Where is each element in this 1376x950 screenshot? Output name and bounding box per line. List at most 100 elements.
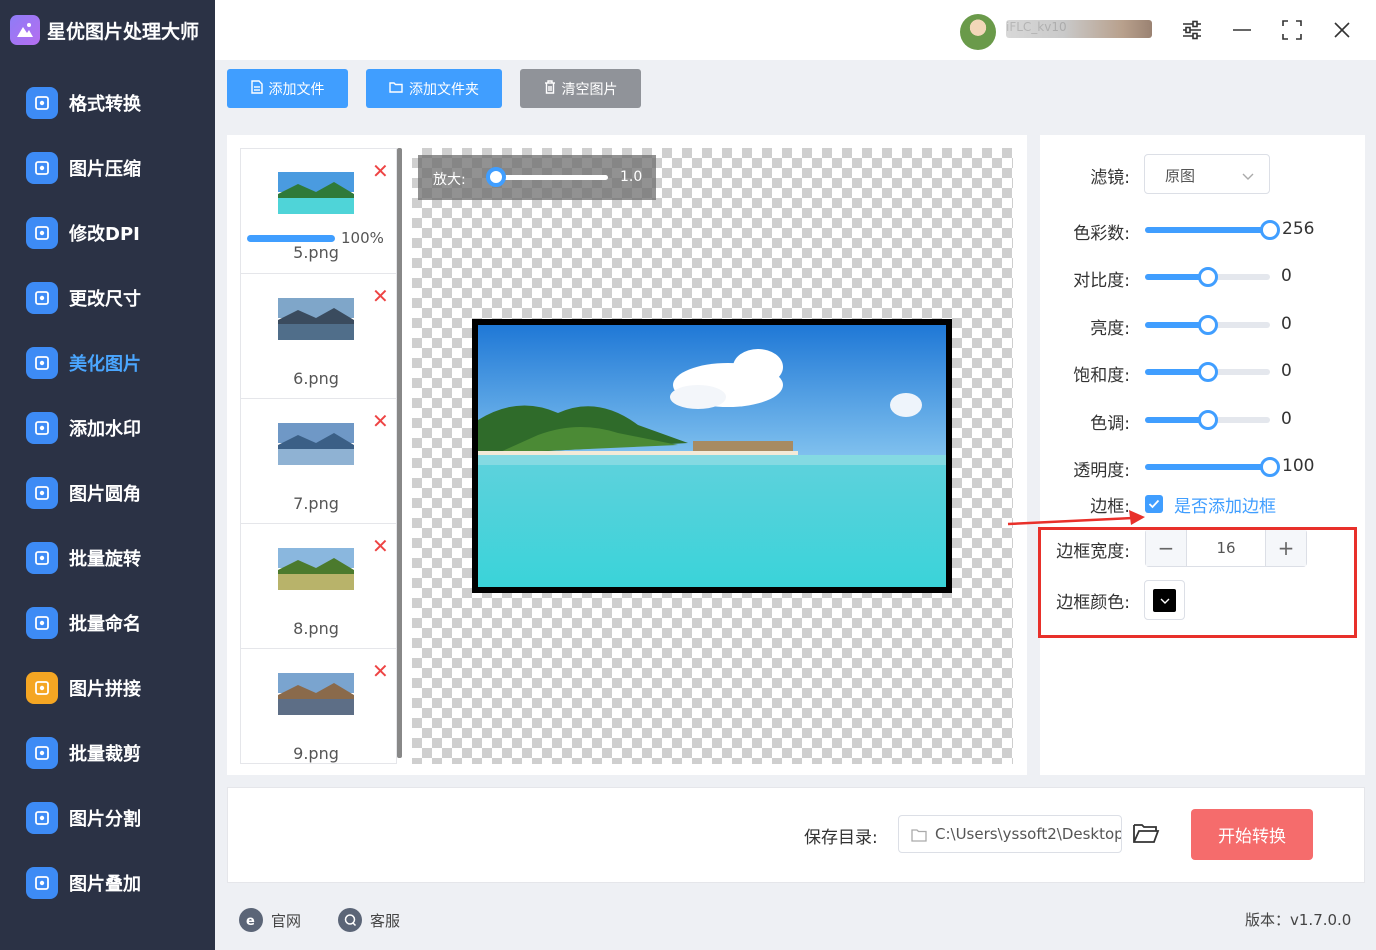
zoom-label: 放大: — [433, 172, 466, 188]
folder-icon — [389, 81, 403, 97]
slider-thumb[interactable] — [1198, 267, 1218, 287]
sidebar-item-label: 图片拼接 — [69, 679, 141, 700]
image-convert-icon — [26, 87, 58, 119]
ie-icon: e — [239, 908, 263, 932]
remove-file-icon[interactable]: ✕ — [372, 661, 389, 681]
file-list-item[interactable]: ✕ 8.png — [241, 524, 396, 649]
close-icon[interactable] — [1326, 14, 1358, 46]
slider-thumb[interactable] — [1198, 362, 1218, 382]
filter-value: 原图 — [1165, 167, 1196, 185]
username[interactable]: iFLC_kv10 — [1006, 20, 1152, 38]
sidebar-item-label: 图片压缩 — [69, 159, 141, 180]
sidebar-item-10[interactable]: 图片拼接 — [0, 663, 215, 713]
file-list: ✕ 100% 5.png ✕ 6.png ✕ 7.png ✕ 8.png ✕ 9.png — [240, 148, 397, 764]
file-thumbnail — [278, 673, 354, 715]
file-name: 6.png — [293, 369, 339, 388]
slider-label: 亮度: — [1090, 319, 1130, 339]
slider-value: 256 — [1282, 219, 1315, 239]
layers-icon — [26, 867, 58, 899]
sidebar-item-11[interactable]: 批量裁剪 — [0, 728, 215, 778]
start-convert-button[interactable]: 开始转换 — [1191, 809, 1313, 860]
sidebar-item-8[interactable]: 批量旋转 — [0, 533, 215, 583]
add-file-button[interactable]: 添加文件 — [227, 69, 348, 108]
sidebar-item-12[interactable]: 图片分割 — [0, 793, 215, 843]
remove-file-icon[interactable]: ✕ — [372, 161, 389, 181]
sidebar-item-label: 批量旋转 — [69, 549, 141, 570]
sidebar-item-4[interactable]: 更改尺寸 — [0, 273, 215, 323]
rename-icon — [26, 607, 58, 639]
remove-file-icon[interactable]: ✕ — [372, 286, 389, 306]
minimize-icon[interactable] — [1226, 14, 1258, 46]
add-border-label[interactable]: 是否添加边框 — [1174, 492, 1276, 517]
file-list-item[interactable]: ✕ 9.png — [241, 649, 396, 763]
adjust-slider[interactable] — [1145, 362, 1270, 382]
file-list-scrollbar[interactable] — [397, 148, 402, 758]
slider-value: 0 — [1281, 314, 1292, 334]
website-link[interactable]: e 官网 — [239, 907, 301, 933]
save-dir-label: 保存目录: — [804, 828, 878, 848]
brand: 星优图片处理大师 — [10, 14, 199, 46]
adjust-slider[interactable] — [1145, 220, 1280, 240]
browse-folder-icon[interactable] — [1132, 821, 1162, 847]
split-icon — [26, 802, 58, 834]
sidebar-item-7[interactable]: 图片圆角 — [0, 468, 215, 518]
file-name: 8.png — [293, 619, 339, 638]
adjust-slider[interactable] — [1145, 267, 1270, 287]
clear-images-button[interactable]: 清空图片 — [520, 69, 641, 108]
sidebar-item-1[interactable]: 格式转换 — [0, 78, 215, 128]
adjust-slider[interactable] — [1145, 457, 1280, 477]
slider-value: 0 — [1281, 361, 1292, 381]
rotate-icon — [26, 542, 58, 574]
sidebar-item-label: 格式转换 — [69, 94, 141, 115]
file-list-item[interactable]: ✕ 100% 5.png — [241, 149, 396, 274]
sidebar-item-13[interactable]: 图片叠加 — [0, 858, 215, 908]
beach-photo — [478, 325, 946, 587]
zoom-slider[interactable] — [496, 175, 608, 180]
sidebar-item-6[interactable]: 添加水印 — [0, 403, 215, 453]
sidebar-item-label: 更改尺寸 — [69, 289, 141, 310]
sidebar-item-3[interactable]: 修改DPI — [0, 208, 215, 258]
save-path-value: C:\Users\yssoft2\Desktop — [935, 825, 1122, 843]
support-link[interactable]: 客服 — [338, 907, 400, 933]
crop-icon — [26, 737, 58, 769]
file-list-item[interactable]: ✕ 6.png — [241, 274, 396, 399]
website-label: 官网 — [271, 911, 302, 930]
save-path-input[interactable]: C:\Users\yssoft2\Desktop — [898, 815, 1122, 853]
adjust-slider[interactable] — [1145, 410, 1270, 430]
remove-file-icon[interactable]: ✕ — [372, 536, 389, 556]
avatar[interactable] — [960, 14, 996, 50]
slider-thumb[interactable] — [1198, 410, 1218, 430]
slider-label: 透明度: — [1073, 461, 1130, 481]
sidebar-item-label: 批量命名 — [69, 614, 141, 635]
chevron-down-icon — [1241, 167, 1255, 186]
zoom-slider-thumb[interactable] — [486, 167, 506, 187]
filter-label: 滤镜: — [1090, 168, 1130, 188]
slider-fill — [1145, 464, 1270, 470]
support-label: 客服 — [370, 911, 401, 930]
chat-icon — [338, 908, 362, 932]
slider-thumb[interactable] — [1198, 315, 1218, 335]
trash-icon — [544, 79, 556, 98]
sidebar-item-9[interactable]: 批量命名 — [0, 598, 215, 648]
sidebar-item-2[interactable]: 图片压缩 — [0, 143, 215, 193]
app-logo-icon — [10, 15, 40, 45]
file-name: 9.png — [293, 744, 339, 763]
sidebar-item-label: 图片叠加 — [69, 874, 141, 895]
adjust-slider[interactable] — [1145, 315, 1270, 335]
file-thumbnail — [278, 423, 354, 465]
zoom-control: 放大: 1.0 — [418, 155, 656, 200]
resize-icon — [26, 282, 58, 314]
sidebar-item-5[interactable]: 美化图片 — [0, 338, 215, 388]
slider-value: 0 — [1281, 266, 1292, 286]
maximize-icon[interactable] — [1276, 14, 1308, 46]
filter-select[interactable]: 原图 — [1144, 154, 1270, 194]
slider-thumb[interactable] — [1260, 457, 1280, 477]
slider-thumb[interactable] — [1260, 220, 1280, 240]
settings-sliders-icon[interactable] — [1176, 14, 1208, 46]
slider-fill — [1145, 227, 1270, 233]
remove-file-icon[interactable]: ✕ — [372, 411, 389, 431]
slider-label: 对比度: — [1073, 271, 1130, 291]
folder-icon — [911, 827, 927, 846]
file-list-item[interactable]: ✕ 7.png — [241, 399, 396, 524]
add-folder-button[interactable]: 添加文件夹 — [366, 69, 502, 108]
